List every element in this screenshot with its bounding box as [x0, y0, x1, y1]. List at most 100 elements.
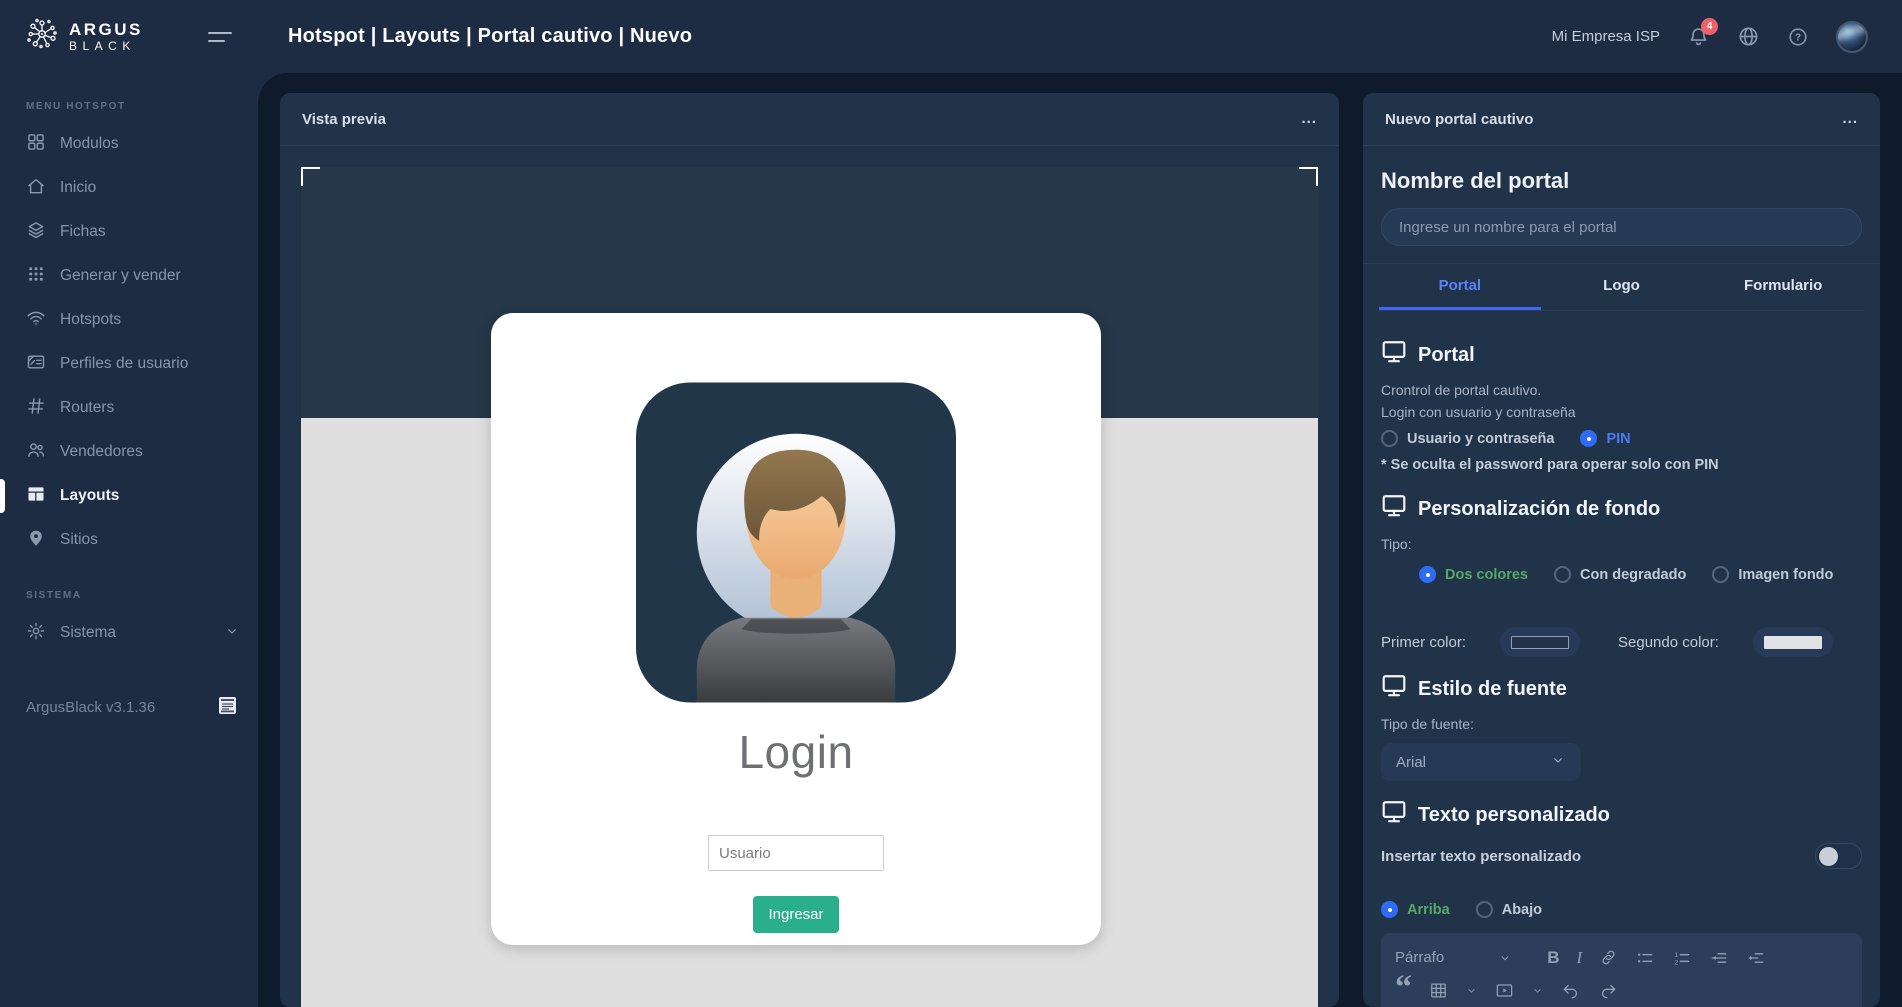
login-preview-card: Login Ingresar: [491, 313, 1101, 945]
tab-formulario[interactable]: Formulario: [1702, 264, 1864, 310]
undo-icon[interactable]: [1561, 981, 1581, 1001]
portal-preview-frame: Login Ingresar: [301, 167, 1318, 1007]
first-color-swatch: [1511, 636, 1569, 649]
bold-button[interactable]: B: [1547, 948, 1559, 968]
monitor-icon: [1381, 493, 1407, 525]
font-select[interactable]: Arial: [1381, 743, 1581, 781]
chevron-down-icon[interactable]: [1465, 984, 1478, 997]
brand-row: ARGUS BLACK: [0, 0, 258, 73]
sidebar-item-layouts[interactable]: Layouts: [0, 474, 258, 518]
monitor-icon: [1381, 799, 1407, 831]
layout-icon: [26, 484, 46, 509]
blockquote-icon[interactable]: “: [1395, 983, 1412, 999]
redo-icon[interactable]: [1598, 981, 1618, 1001]
breadcrumb-title: Hotspot | Layouts | Portal cautivo | Nue…: [288, 25, 692, 48]
font-type-label: Tipo de fuente:: [1381, 714, 1862, 734]
radio-circle-icon[interactable]: [1554, 566, 1571, 583]
brand-line-1: ARGUS: [69, 21, 143, 38]
sidebar-item-sitios[interactable]: Sitios: [0, 518, 258, 562]
custom-text-toggle-row: Insertar texto personalizado: [1381, 843, 1862, 869]
bullet-list-icon[interactable]: [1635, 948, 1655, 968]
custom-text-toggle[interactable]: [1815, 843, 1862, 869]
radio-circle-icon[interactable]: [1580, 430, 1597, 447]
content-area: Vista previa ...: [258, 73, 1902, 1007]
radio-dos-colores[interactable]: Dos colores: [1419, 566, 1528, 583]
font-select-value: Arial: [1396, 754, 1426, 771]
sidebar-item-label: Hotspots: [60, 311, 121, 329]
sidebar-item-modulos[interactable]: Modulos: [0, 122, 258, 166]
indent-icon[interactable]: [1746, 948, 1766, 968]
portal-editor-card: Nuevo portal cautivo ... Nombre del port…: [1363, 93, 1880, 1007]
radio-circle-icon[interactable]: [1419, 566, 1436, 583]
home-icon: [26, 176, 46, 201]
second-color-picker[interactable]: [1753, 627, 1833, 657]
radio-circle-icon[interactable]: [1712, 566, 1729, 583]
help-icon[interactable]: ?: [1787, 26, 1809, 48]
argus-network-icon: [24, 16, 60, 57]
notifications-bell-icon[interactable]: 4: [1687, 25, 1710, 48]
outdent-icon[interactable]: [1709, 948, 1729, 968]
sidebar-item-inicio[interactable]: Inicio: [0, 166, 258, 210]
main-area: Hotspot | Layouts | Portal cautivo | Nue…: [258, 0, 1902, 1007]
first-color-picker[interactable]: [1500, 627, 1580, 657]
radio-arriba[interactable]: Arriba: [1381, 901, 1450, 918]
radio-imagen-fondo[interactable]: Imagen fondo: [1712, 566, 1833, 583]
numbered-list-icon[interactable]: 12: [1672, 948, 1692, 968]
paragraph-style-dropdown[interactable]: Párrafo: [1395, 949, 1512, 966]
editor-toolbar: Párrafo B I 12: [1381, 933, 1862, 1007]
login-username-input[interactable]: [708, 835, 884, 871]
sidebar-item-fichas[interactable]: Fichas: [0, 210, 258, 254]
background-type-radio-group: Dos colores Con degradado Imagen fondo: [1381, 566, 1862, 583]
chevron-down-icon[interactable]: [1531, 984, 1544, 997]
id-card-icon: [26, 352, 46, 377]
sidebar-item-routers[interactable]: Routers: [0, 386, 258, 430]
media-embed-icon[interactable]: [1495, 981, 1514, 1000]
tab-portal[interactable]: Portal: [1379, 264, 1541, 310]
sidebar-item-generar-y-vender[interactable]: Generar y vender: [0, 254, 258, 298]
notification-count-badge: 4: [1701, 18, 1718, 35]
sidebar-section-sistema: SISTEMA: [0, 590, 258, 601]
brand-logo[interactable]: ARGUS BLACK: [24, 16, 143, 57]
globe-icon[interactable]: [1737, 25, 1760, 48]
italic-button[interactable]: I: [1576, 948, 1582, 968]
monitor-icon: [1381, 339, 1407, 371]
tab-logo[interactable]: Logo: [1541, 264, 1703, 310]
gear-icon: [26, 621, 46, 646]
color-pickers-row: Primer color: Segundo color:: [1381, 627, 1862, 657]
chevron-down-icon: [1498, 951, 1512, 965]
radio-abajo[interactable]: Abajo: [1476, 901, 1542, 918]
sidebar-item-label: Modulos: [60, 135, 119, 153]
toolbar-row-1: Párrafo B I 12: [1395, 942, 1848, 973]
user-avatar[interactable]: [1836, 21, 1868, 53]
sidebar-item-label: Vendedores: [60, 443, 143, 461]
svg-text:1: 1: [1675, 951, 1679, 958]
sidebar-item-label: Fichas: [60, 223, 106, 241]
sidebar-collapse-icon[interactable]: [204, 28, 236, 46]
portal-hint-2: Login con usuario y contraseña: [1381, 402, 1862, 422]
brand-text: ARGUS BLACK: [69, 21, 143, 52]
login-title: Login: [738, 725, 853, 779]
second-color-swatch: [1764, 636, 1822, 649]
version-row: ArgusBlack v3.1.36: [0, 697, 258, 718]
radio-con-degradado[interactable]: Con degradado: [1554, 566, 1686, 583]
sidebar-item-hotspots[interactable]: Hotspots: [0, 298, 258, 342]
company-name[interactable]: Mi Empresa ISP: [1552, 28, 1660, 45]
sidebar-item-label: Perfiles de usuario: [60, 355, 188, 373]
portal-name-input[interactable]: [1381, 208, 1862, 246]
background-section-title: Personalización de fondo: [1418, 498, 1660, 521]
radio-circle-icon[interactable]: [1381, 430, 1398, 447]
radio-label: Con degradado: [1580, 567, 1686, 583]
radio-pin[interactable]: PIN: [1580, 430, 1630, 447]
table-icon[interactable]: [1429, 981, 1448, 1000]
sidebar-item-vendedores[interactable]: Vendedores: [0, 430, 258, 474]
link-icon[interactable]: [1599, 948, 1618, 967]
topbar: Hotspot | Layouts | Portal cautivo | Nue…: [258, 0, 1902, 73]
made-in-badge-icon: [219, 697, 236, 718]
radio-circle-icon[interactable]: [1381, 901, 1398, 918]
sidebar-item-sistema[interactable]: Sistema: [0, 611, 258, 655]
login-submit-button[interactable]: Ingresar: [753, 896, 838, 933]
radio-usuario-contrasena[interactable]: Usuario y contraseña: [1381, 430, 1554, 447]
sidebar-item-perfiles-de-usuario[interactable]: Perfiles de usuario: [0, 342, 258, 386]
font-section-heading: Estilo de fuente: [1381, 673, 1862, 705]
radio-circle-icon[interactable]: [1476, 901, 1493, 918]
